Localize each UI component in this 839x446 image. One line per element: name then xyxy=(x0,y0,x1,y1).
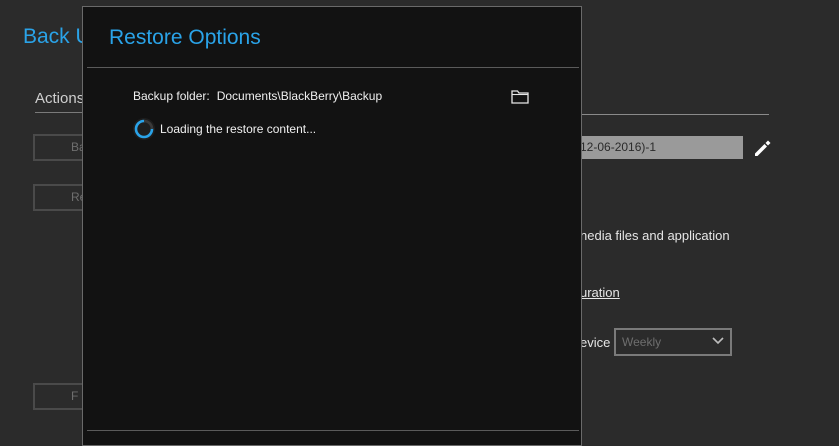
media-files-text: nedia files and application xyxy=(580,228,730,243)
dialog-title: Restore Options xyxy=(109,26,261,49)
page-title: Back U xyxy=(23,25,91,48)
actions-heading: Actions xyxy=(35,90,85,107)
restore-options-dialog: Restore Options Backup folder: Documents\… xyxy=(82,6,582,446)
loading-spinner-icon xyxy=(133,118,155,140)
schedule-select-value: Weekly xyxy=(622,335,662,349)
device-label: evice xyxy=(580,335,611,350)
pencil-icon[interactable] xyxy=(752,138,772,158)
backup-name-field[interactable]: 12-06-2016)-1 xyxy=(580,136,743,159)
schedule-select[interactable]: Weekly xyxy=(614,328,732,356)
loading-text: Loading the restore content... xyxy=(160,122,317,136)
folder-icon[interactable] xyxy=(511,89,529,104)
backup-folder-path: Documents\BlackBerry\Backup xyxy=(216,89,383,103)
dialog-footer-divider xyxy=(87,430,579,431)
section-divider xyxy=(580,114,769,115)
backup-folder-row: Backup folder: Documents\BlackBerry\Backu… xyxy=(133,89,382,103)
backup-folder-label: Backup folder: xyxy=(133,89,210,103)
chevron-down-icon xyxy=(712,337,724,345)
dialog-divider xyxy=(87,67,579,68)
configuration-link[interactable]: uration xyxy=(580,285,620,300)
